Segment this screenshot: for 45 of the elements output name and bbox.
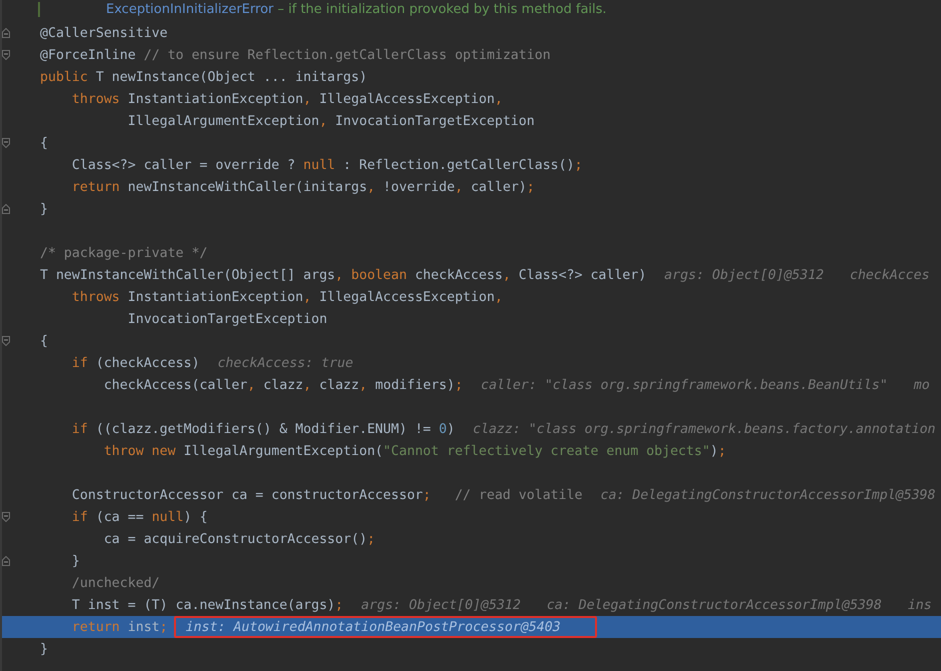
fold-icon[interactable] bbox=[2, 50, 10, 60]
fold-icon[interactable] bbox=[2, 28, 10, 38]
code-line: if (checkAccess) bbox=[70, 356, 200, 370]
inline-debug-value: ca: DelegatingConstructorAccessorImpl@5398 bbox=[600, 488, 936, 502]
inline-debug-value: ca: DelegatingConstructorAccessorImpl@5398 bbox=[546, 598, 882, 612]
code-line: /* package-private */ bbox=[40, 246, 208, 260]
fold-icon[interactable] bbox=[2, 336, 10, 346]
code-line: } bbox=[40, 202, 48, 216]
code-line: InvocationTargetException bbox=[126, 312, 328, 326]
code-line: public T newInstance(Object ... initargs) bbox=[40, 70, 368, 84]
inline-debug-value: mo bbox=[914, 378, 930, 392]
code-line: T newInstanceWithCaller(Object[] args, boolean checkAccess, Class<?> caller) bbox=[40, 268, 646, 282]
fold-icon[interactable] bbox=[2, 556, 10, 566]
inline-debug-value: caller: "class org.springframework.beans.BeanUtils" bbox=[480, 378, 888, 392]
code-line: throw new IllegalArgumentException("Cannot reflectively create enum objects"); bbox=[102, 444, 726, 458]
inline-debug-value: args: Object[0]@5312 bbox=[664, 268, 824, 282]
code-line: IllegalArgumentException, InvocationTargetException bbox=[126, 114, 535, 128]
fold-icon[interactable] bbox=[2, 512, 10, 522]
code-line: { bbox=[40, 136, 48, 150]
code-line: { bbox=[40, 334, 48, 348]
code-line: throws InstantiationException, IllegalAccessException, bbox=[70, 290, 503, 304]
inline-debug-value: args: Object[0]@5312 bbox=[361, 598, 521, 612]
code-line: checkAccess(caller, clazz, clazz, modifiers); bbox=[102, 378, 463, 392]
inline-debug-value: inst: AutowiredAnnotationBeanPostProcessor@5403 bbox=[174, 616, 597, 638]
code-line: throws InstantiationException, IllegalAccessException, bbox=[70, 92, 503, 106]
code-line: /unchecked/ bbox=[70, 576, 160, 590]
code-line: ConstructorAccessor ca = constructorAccessor; // read volatile bbox=[70, 488, 582, 502]
code-line: @ForceInline // to ensure Reflection.getCallerClass optimization bbox=[40, 48, 551, 62]
inline-debug-value: clazz: "class org.springframework.beans.factory.annotation bbox=[472, 422, 936, 436]
fold-icon[interactable] bbox=[2, 204, 10, 214]
code-line: ExceptionInInitializerError – if the initialization provoked by this method fails. bbox=[38, 2, 607, 16]
code-line: Class<?> caller = override ? null : Reflection.getCallerClass(); bbox=[70, 158, 582, 172]
code-line: @CallerSensitive bbox=[40, 26, 168, 40]
code-line: return inst; bbox=[70, 620, 168, 634]
code-line: if ((clazz.getModifiers() & Modifier.ENUM) != 0) bbox=[70, 422, 455, 436]
inline-debug-value: checkAccess: true bbox=[218, 356, 354, 370]
code-line: } bbox=[70, 554, 80, 568]
code-line: T inst = (T) ca.newInstance(args); bbox=[70, 598, 344, 612]
inline-debug-value: checkAcces bbox=[850, 268, 930, 282]
inline-debug-value: ins bbox=[908, 598, 932, 612]
code-line: if (ca == null) { bbox=[70, 510, 208, 524]
fold-icon[interactable] bbox=[2, 138, 10, 148]
code-line: } bbox=[40, 642, 48, 656]
code-line: ca = acquireConstructorAccessor(); bbox=[102, 532, 376, 546]
code-line: return newInstanceWithCaller(initargs, !override, caller); bbox=[70, 180, 535, 194]
